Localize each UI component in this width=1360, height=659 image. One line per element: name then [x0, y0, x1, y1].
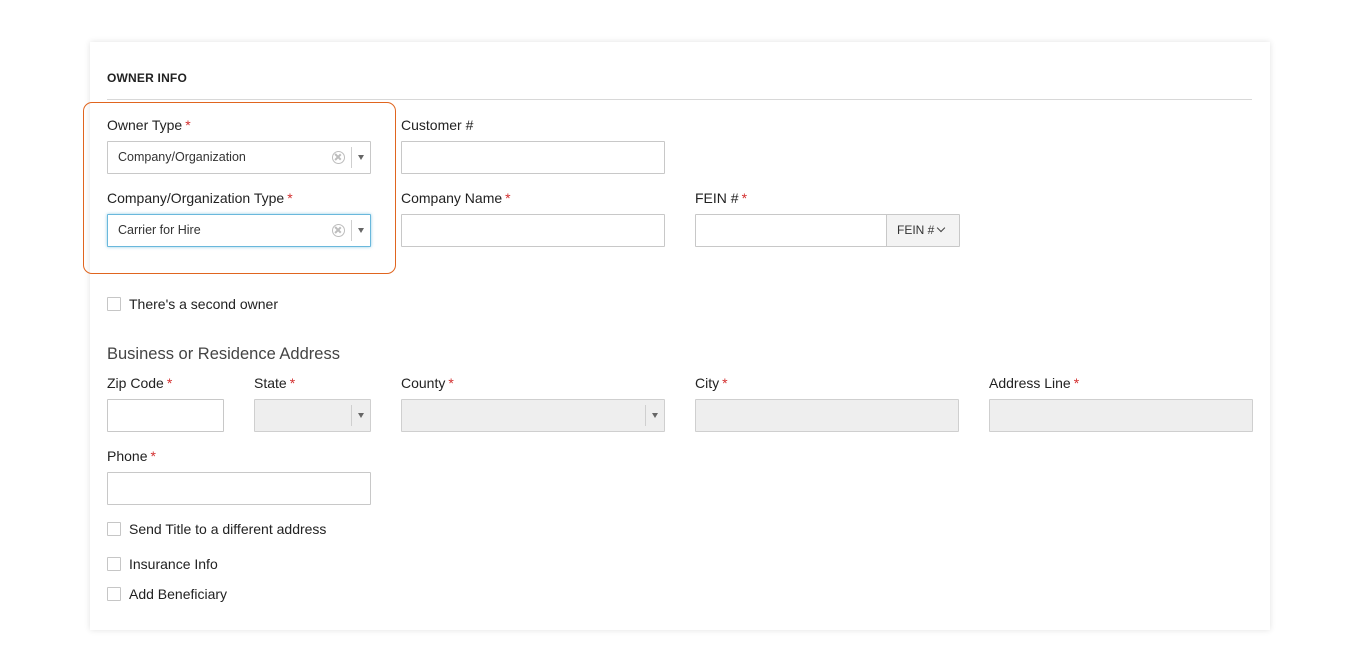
caret-down-icon[interactable]: [358, 228, 364, 233]
customer-number-label: Customer #: [401, 117, 474, 133]
county-field: County *: [401, 374, 454, 392]
company-org-type-field: Company/Organization Type *: [107, 189, 293, 207]
beneficiary-row[interactable]: Add Beneficiary: [107, 585, 227, 603]
county-select[interactable]: [401, 399, 665, 432]
address-line-label: Address Line *: [989, 375, 1080, 391]
second-owner-checkbox[interactable]: [107, 297, 121, 311]
phone-field: Phone *: [107, 447, 156, 465]
beneficiary-label: Add Beneficiary: [129, 586, 228, 602]
caret-down-icon[interactable]: [652, 413, 658, 418]
chevron-down-icon: [937, 223, 946, 233]
owner-info-card: OWNER INFO Owner Type * Company/Organizat…: [83, 42, 1270, 630]
address-line-input[interactable]: [989, 399, 1253, 432]
owner-type-value: Company/Organization: [118, 150, 246, 164]
address-heading: Business or Residence Address: [107, 345, 340, 363]
clear-circle-icon[interactable]: [332, 224, 345, 237]
city-label: City *: [695, 375, 728, 391]
company-org-type-select[interactable]: Carrier for Hire: [107, 214, 371, 247]
zip-label: Zip Code *: [107, 375, 173, 391]
second-owner-label: There's a second owner: [129, 296, 278, 312]
zip-input[interactable]: [107, 399, 224, 432]
fein-label: FEIN # *: [695, 190, 748, 206]
beneficiary-checkbox[interactable]: [107, 587, 121, 601]
state-label: State *: [254, 375, 296, 391]
section-divider: [107, 99, 1252, 100]
owner-type-field: Owner Type *: [107, 116, 191, 134]
insurance-label: Insurance Info: [129, 556, 218, 572]
send-title-row[interactable]: Send Title to a different address: [107, 520, 326, 538]
owner-type-label: Owner Type *: [107, 117, 191, 133]
select-separator: [351, 147, 352, 168]
company-org-type-label: Company/Organization Type *: [107, 190, 293, 206]
company-name-input[interactable]: [401, 214, 665, 247]
section-title: OWNER INFO: [107, 71, 187, 85]
send-title-checkbox[interactable]: [107, 522, 121, 536]
select-separator: [645, 405, 646, 426]
customer-number-field: Customer #: [401, 116, 473, 134]
company-name-field: Company Name *: [401, 189, 511, 207]
second-owner-row[interactable]: There's a second owner: [107, 295, 278, 313]
select-separator: [351, 220, 352, 241]
company-name-label: Company Name *: [401, 190, 511, 206]
fein-input[interactable]: FEIN #: [695, 214, 960, 247]
caret-down-icon[interactable]: [358, 155, 364, 160]
customer-number-input[interactable]: [401, 141, 665, 174]
city-field: City *: [695, 374, 728, 392]
company-org-type-value: Carrier for Hire: [118, 223, 201, 237]
phone-label: Phone *: [107, 448, 156, 464]
owner-type-select[interactable]: Company/Organization: [107, 141, 371, 174]
clear-circle-icon[interactable]: [332, 151, 345, 164]
fein-type-dropdown[interactable]: FEIN #: [886, 215, 959, 246]
fein-field: FEIN # *: [695, 189, 747, 207]
county-label: County *: [401, 375, 454, 391]
send-title-label: Send Title to a different address: [129, 521, 327, 537]
city-input[interactable]: [695, 399, 959, 432]
state-field: State *: [254, 374, 295, 392]
select-separator: [351, 405, 352, 426]
zip-field: Zip Code *: [107, 374, 172, 392]
address-line-field: Address Line *: [989, 374, 1079, 392]
phone-input[interactable]: [107, 472, 371, 505]
state-select[interactable]: [254, 399, 371, 432]
insurance-row[interactable]: Insurance Info: [107, 555, 218, 573]
caret-down-icon[interactable]: [358, 413, 364, 418]
insurance-checkbox[interactable]: [107, 557, 121, 571]
